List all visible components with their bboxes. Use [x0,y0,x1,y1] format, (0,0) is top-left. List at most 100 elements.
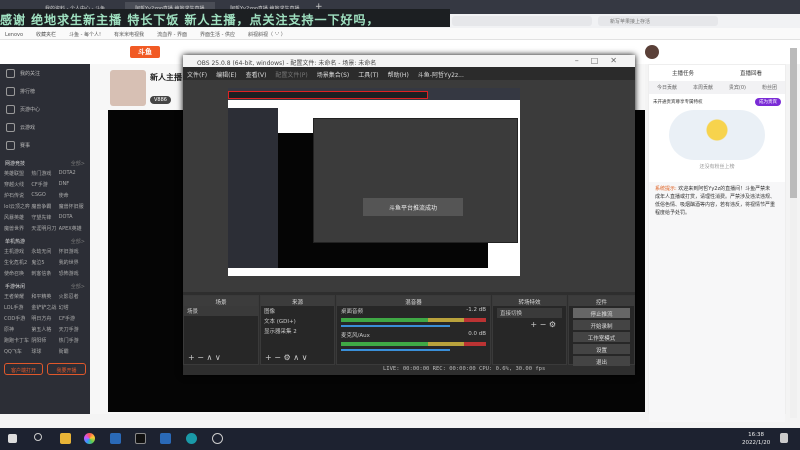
sidebar-game-link[interactable]: APEX英雄 [59,225,86,232]
menu-profile[interactable]: 配置文件(P) [275,72,307,79]
sidebar-game-link[interactable]: DNF [59,181,86,188]
bookmark[interactable]: 收藏夹栏 [36,31,56,38]
sidebar-game-link[interactable]: 穿越火线 [4,181,31,188]
sidebar-game-link[interactable]: 幻塔 [59,304,86,311]
sidebar-game-link[interactable]: 天刀手游 [59,326,86,333]
sidebar-item-events[interactable]: 赛事 [0,136,90,154]
open-client-button[interactable]: 客户端打开 [4,363,43,375]
notification-icon[interactable] [780,433,788,443]
file-explorer-icon[interactable] [60,433,71,444]
sidebar-game-link[interactable]: 使命召唤 [4,270,31,277]
sidebar-game-link[interactable]: 热门手游 [59,337,86,344]
app-icon[interactable] [186,433,197,444]
stop-streaming-button[interactable]: 停止推流 [573,308,630,318]
source-item[interactable]: 图像 [261,306,334,316]
sidebar-item-cloudgame[interactable]: 云游戏 [0,118,90,136]
sidebar-game-link[interactable]: 恐怖游戏 [59,270,86,277]
sidebar-game-link[interactable]: 明日方舟 [31,315,58,322]
tab-replay[interactable]: 直播回看 [740,69,762,77]
sidebar-game-link[interactable]: DOTA [59,214,86,221]
sidebar-game-link[interactable]: 阴阳师 [31,337,58,344]
sidebar-game-link[interactable]: CF手游 [31,181,58,188]
bookmark[interactable]: 有米米电视我 [114,31,144,38]
streamer-avatar[interactable] [110,70,146,106]
sidebar-game-link[interactable]: COD手游 [4,315,31,322]
bookmark[interactable]: 斜视斜视（ '-' ） [248,31,286,38]
section-more-link[interactable]: 全部> [71,283,85,290]
start-icon[interactable] [8,434,17,443]
bookmark[interactable]: Lenovo [5,32,23,38]
tab-week[interactable]: 本周贡献 [693,84,713,91]
browser-icon[interactable] [84,433,95,444]
tab-streamer-tasks[interactable]: 主播任务 [672,69,694,77]
capcut-icon[interactable] [135,433,146,444]
sidebar-game-link[interactable]: 魔兽怀旧服 [59,203,86,210]
settings-button[interactable]: 设置 [573,344,630,354]
browser-search-input[interactable]: 新写苹果接上存活 [598,16,718,26]
transition-select[interactable]: 直接切换 [497,308,562,318]
window-controls[interactable]: –□✕ [575,56,629,65]
sidebar-game-link[interactable]: QQ飞车 [4,348,31,355]
sidebar-item-follow[interactable]: 我的关注 [0,64,90,82]
scene-item[interactable]: 场景 [184,306,258,316]
sidebar-game-link[interactable]: 我的世界 [59,259,86,266]
bookmark[interactable]: 斗鱼 - 每个人! [69,31,101,38]
studio-mode-button[interactable]: 工作室模式 [573,332,630,342]
sidebar-game-link[interactable]: 使命 [59,192,86,199]
user-avatar[interactable] [645,45,659,59]
address-bar[interactable] [452,16,592,26]
sidebar-game-link[interactable]: 跑跑卡丁车 [4,337,31,344]
menu-scene-collection[interactable]: 场景集合(S) [317,72,350,79]
sidebar-game-link[interactable]: 第五人格 [31,326,58,333]
scene-controls[interactable]: + − ∧ ∨ [188,353,221,362]
tab-fans[interactable]: 粉丝团 [762,84,777,91]
become-vip-button[interactable]: 成为贵宾 [755,98,781,106]
start-stream-button[interactable]: 我要开播 [47,363,86,375]
menu-help[interactable]: 帮助(H) [388,72,409,79]
obs-icon[interactable] [212,433,223,444]
volume-slider[interactable] [341,325,450,327]
search-icon[interactable] [34,433,42,441]
sidebar-game-link[interactable]: DOTA2 [59,170,86,177]
sidebar-game-link[interactable]: lol云顶之弈 [4,203,31,210]
sidebar-game-link[interactable]: CF手游 [59,315,86,322]
sidebar-item-webgames[interactable]: 页游中心 [0,100,90,118]
app-icon[interactable] [160,433,171,444]
sidebar-game-link[interactable]: 鬼泣5 [31,259,58,266]
sidebar-game-link[interactable]: 火影忍者 [59,293,86,300]
sidebar-game-link[interactable]: 和平精英 [31,293,58,300]
menu-view[interactable]: 查看(V) [246,72,267,79]
douyu-logo[interactable]: 斗鱼 [130,46,160,58]
bookmark[interactable]: 界面生活 - 供应 [200,31,235,38]
transition-controls[interactable]: + − ⚙ [493,320,566,329]
sidebar-game-link[interactable]: 球球 [31,348,58,355]
steam-icon[interactable] [110,433,121,444]
menu-file[interactable]: 文件(F) [187,72,207,79]
sidebar-game-link[interactable]: 王者荣耀 [4,293,31,300]
tab-vip[interactable]: 贵宾(0) [729,84,746,91]
sidebar-game-link[interactable]: 街霸 [59,348,86,355]
menu-edit[interactable]: 编辑(E) [216,72,236,79]
bookmark[interactable]: 流血界 - 界面 [157,31,187,38]
source-item[interactable]: 显示器采集 2 [261,326,334,336]
sidebar-game-link[interactable]: 热门游戏 [31,170,58,177]
volume-slider[interactable] [341,349,450,351]
source-controls[interactable]: + − ⚙ ∧ ∨ [265,353,307,362]
sidebar-item-rank[interactable]: 排行榜 [0,82,90,100]
sidebar-game-link[interactable]: 金铲铲之战 [31,304,58,311]
obs-preview[interactable]: 斗鱼平台推流成功 [183,80,635,292]
sidebar-game-link[interactable]: 主机游戏 [4,248,31,255]
sidebar-game-link[interactable]: 生化危机2 [4,259,31,266]
menu-tools[interactable]: 工具(T) [358,72,378,79]
sidebar-game-link[interactable]: 英雄联盟 [4,170,31,177]
sidebar-game-link[interactable]: 炉石传说 [4,192,31,199]
tab-today[interactable]: 今日贡献 [657,84,677,91]
page-scrollbar[interactable] [790,48,797,418]
sidebar-game-link[interactable]: 魔兽世界 [4,225,31,232]
sidebar-game-link[interactable]: 怀旧游戏 [59,248,86,255]
sidebar-game-link[interactable]: 魔兽争霸 [31,203,58,210]
section-more-link[interactable]: 全部> [71,160,85,167]
start-recording-button[interactable]: 开始录制 [573,320,630,330]
menu-stream-account[interactable]: 斗鱼-阿哲Yy2z... [418,72,464,79]
sidebar-game-link[interactable]: 刺客信条 [31,270,58,277]
